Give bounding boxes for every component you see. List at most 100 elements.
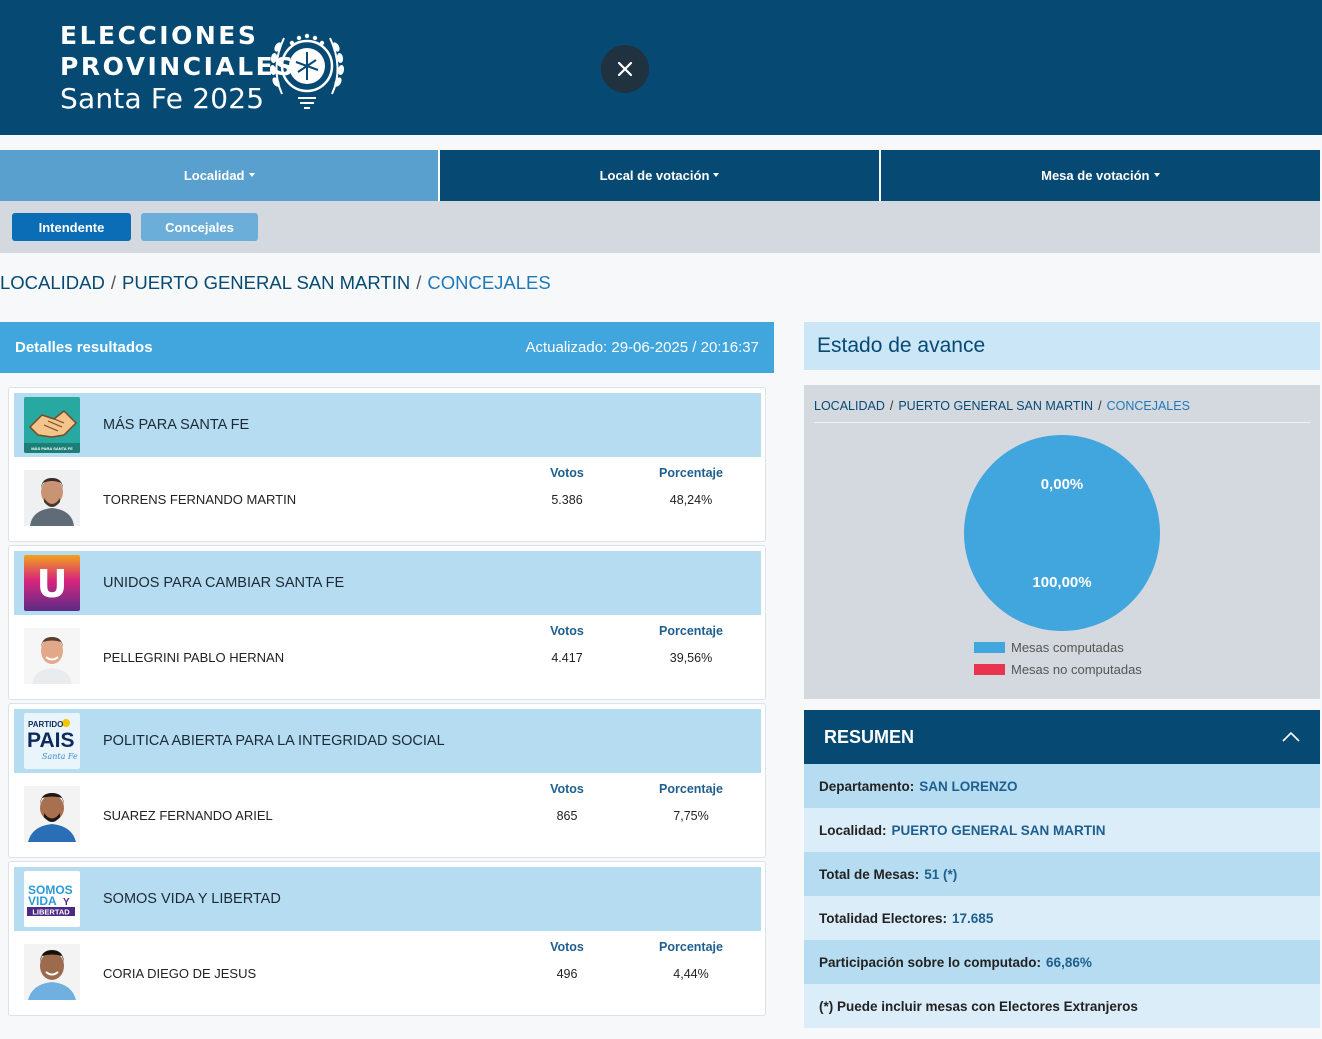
candidate-name: SUAREZ FERNANDO ARIEL	[103, 808, 273, 823]
resumen-row-localidad: Localidad: PUERTO GENERAL SAN MARTIN	[804, 808, 1320, 852]
close-button[interactable]	[601, 45, 649, 93]
caret-down-icon	[248, 172, 255, 177]
results-updated: Actualizado: 29-06-2025 / 20:16:37	[525, 339, 759, 356]
tab-localidad-label: Localidad	[183, 168, 245, 183]
resumen-row-total-mesas: Total de Mesas: 51 (*)	[804, 852, 1320, 896]
breadcrumb-localidad[interactable]: LOCALIDAD	[0, 272, 105, 293]
candidate-photo	[24, 786, 80, 842]
logo-somos-line3: LIBERTAD	[32, 908, 70, 917]
party-name: UNIDOS PARA CAMBIAR SANTA FE	[103, 575, 345, 591]
percent-label: Porcentaje	[659, 940, 723, 954]
concejales-button[interactable]: Concejales	[141, 213, 258, 241]
logo-line-3: Santa Fe 2025	[60, 82, 265, 115]
logo-line-1: ELECCIONES	[60, 21, 259, 50]
candidate-photo	[24, 470, 80, 526]
progress-pie-chart: 0,00% 100,00%	[964, 435, 1160, 631]
party-row: PARTIDO PAIS Santa Fe POLITICA ABIERTA P…	[14, 709, 761, 773]
pie-label-computed: 100,00%	[1032, 574, 1091, 591]
caret-down-icon	[713, 172, 720, 177]
percent-value: 4,44%	[673, 967, 709, 981]
chevron-up-icon[interactable]	[1282, 732, 1300, 742]
unidos-logo-icon: U	[24, 555, 80, 611]
candidate-avatar-icon	[24, 628, 80, 684]
somos-logo-icon: SOMOS VIDA Y LIBERTAD	[24, 871, 80, 927]
resumen-label: Totalidad Electores:	[819, 910, 948, 926]
resumen-note-text: (*) Puede incluir mesas con Electores Ex…	[819, 998, 1138, 1014]
votes-label: Votos	[550, 466, 584, 480]
votes-label: Votos	[550, 940, 584, 954]
results-header: Detalles resultados Actualizado: 29-06-2…	[0, 322, 774, 373]
percent-value: 7,75%	[673, 809, 709, 823]
result-card: SOMOS VIDA Y LIBERTAD SOMOS VIDA Y LIBER…	[8, 861, 766, 1016]
candidate-name: PELLEGRINI PABLO HERNAN	[103, 650, 285, 665]
breadcrumb: LOCALIDAD / PUERTO GENERAL SAN MARTIN / CONC…	[0, 272, 551, 293]
resumen-value: 17.685	[952, 910, 994, 926]
percent-label: Porcentaje	[659, 624, 723, 638]
logo-unidos-letter: U	[37, 562, 68, 606]
party-logo: SOMOS VIDA Y LIBERTAD	[24, 871, 80, 927]
intendente-button[interactable]: Intendente	[12, 213, 131, 241]
party-logo: U	[24, 555, 80, 611]
resumen-header[interactable]: RESUMEN	[804, 710, 1320, 764]
logo-pais-script: Santa Fe	[42, 752, 78, 761]
resumen-row-electores: Totalidad Electores: 17.685	[804, 896, 1320, 940]
votes-value: 496	[556, 967, 578, 981]
votes-label: Votos	[550, 624, 584, 638]
votes-label: Votos	[550, 782, 584, 796]
resumen-label: Total de Mesas:	[819, 866, 920, 882]
avance-breadcrumb-concejales: CONCEJALES	[1106, 399, 1190, 413]
avance-breadcrumb: LOCALIDAD / PUERTO GENERAL SAN MARTIN / CONC…	[814, 399, 1310, 423]
candidate-photo	[24, 628, 80, 684]
tab-localidad[interactable]: Localidad	[0, 150, 439, 201]
pais-logo-icon: PARTIDO PAIS Santa Fe	[24, 713, 80, 769]
avance-panel: LOCALIDAD / PUERTO GENERAL SAN MARTIN / CONC…	[804, 385, 1320, 699]
pie-label-not-computed: 0,00%	[1041, 476, 1084, 493]
resumen-label: Departamento:	[819, 778, 915, 794]
candidate-avatar-icon	[24, 786, 80, 842]
logo-line-2: PROVINCIALES	[60, 52, 296, 81]
legend-label-not-computed: Mesas no computadas	[1011, 662, 1142, 677]
avance-breadcrumb-localidad[interactable]: LOCALIDAD	[814, 399, 885, 413]
result-card: U UNIDOS PARA CAMBIAR SANTA FE PELLEGRIN…	[8, 545, 766, 700]
logo-pais-main: PAIS	[27, 729, 74, 752]
percent-value: 48,24%	[669, 493, 713, 507]
filter-tabs: Localidad Local de votación Mesa de vota…	[0, 150, 1320, 201]
logo-pais-top: PARTIDO	[28, 720, 63, 729]
tab-mesa-votacion-label: Mesa de votación	[1041, 168, 1150, 183]
resumen-value: 66,86%	[1046, 954, 1092, 970]
logo-somos-line2: VIDA	[28, 894, 57, 908]
result-card: MÁS PARA SANTA FE MÁS PARA SANTA FE TORR…	[8, 387, 766, 542]
percent-label: Porcentaje	[659, 782, 723, 796]
party-logo: PARTIDO PAIS Santa Fe	[24, 713, 80, 769]
votes-value: 865	[556, 809, 578, 823]
resumen-title: RESUMEN	[824, 726, 915, 747]
avance-header: Estado de avance	[804, 322, 1320, 370]
resumen-value: 51 (*)	[924, 866, 958, 882]
party-name: SOMOS VIDA Y LIBERTAD	[103, 891, 281, 907]
party-name: MÁS PARA SANTA FE	[103, 417, 250, 433]
party-row: SOMOS VIDA Y LIBERTAD SOMOS VIDA Y LIBER…	[14, 867, 761, 931]
candidate-name: TORRENS FERNANDO MARTIN	[103, 492, 297, 507]
breadcrumb-concejales: CONCEJALES	[427, 272, 551, 293]
party-name: POLITICA ABIERTA PARA LA INTEGRIDAD SOCI…	[103, 733, 445, 749]
handshake-icon: MÁS PARA SANTA FE	[24, 397, 80, 453]
category-bar: Intendente Concejales	[0, 201, 1320, 253]
legend-label-computed: Mesas computadas	[1011, 640, 1124, 655]
candidate-avatar-icon	[24, 944, 80, 1000]
legend-swatch-not-computed	[974, 664, 1005, 675]
legend-item-computed: Mesas computadas	[974, 640, 1124, 655]
legend-swatch-computed	[974, 642, 1005, 653]
tab-local-votacion[interactable]: Local de votación	[440, 150, 879, 201]
resumen-label: Localidad:	[819, 822, 887, 838]
avance-breadcrumb-puerto[interactable]: PUERTO GENERAL SAN MARTIN	[898, 399, 1093, 413]
resumen-label: Participación sobre lo computado:	[819, 954, 1042, 970]
breadcrumb-puerto[interactable]: PUERTO GENERAL SAN MARTIN	[122, 272, 410, 293]
party-row: MÁS PARA SANTA FE MÁS PARA SANTA FE	[14, 393, 761, 457]
site-logo[interactable]: ELECCIONES PROVINCIALES Santa Fe 2025	[60, 20, 296, 116]
logo-somos-y: Y	[63, 897, 70, 908]
tab-local-votacion-label: Local de votación	[599, 168, 710, 183]
tab-mesa-votacion[interactable]: Mesa de votación	[880, 150, 1320, 201]
resumen-note: (*) Puede incluir mesas con Electores Ex…	[804, 984, 1320, 1028]
percent-label: Porcentaje	[659, 466, 723, 480]
pie-slice-computed[interactable]	[964, 435, 1160, 631]
